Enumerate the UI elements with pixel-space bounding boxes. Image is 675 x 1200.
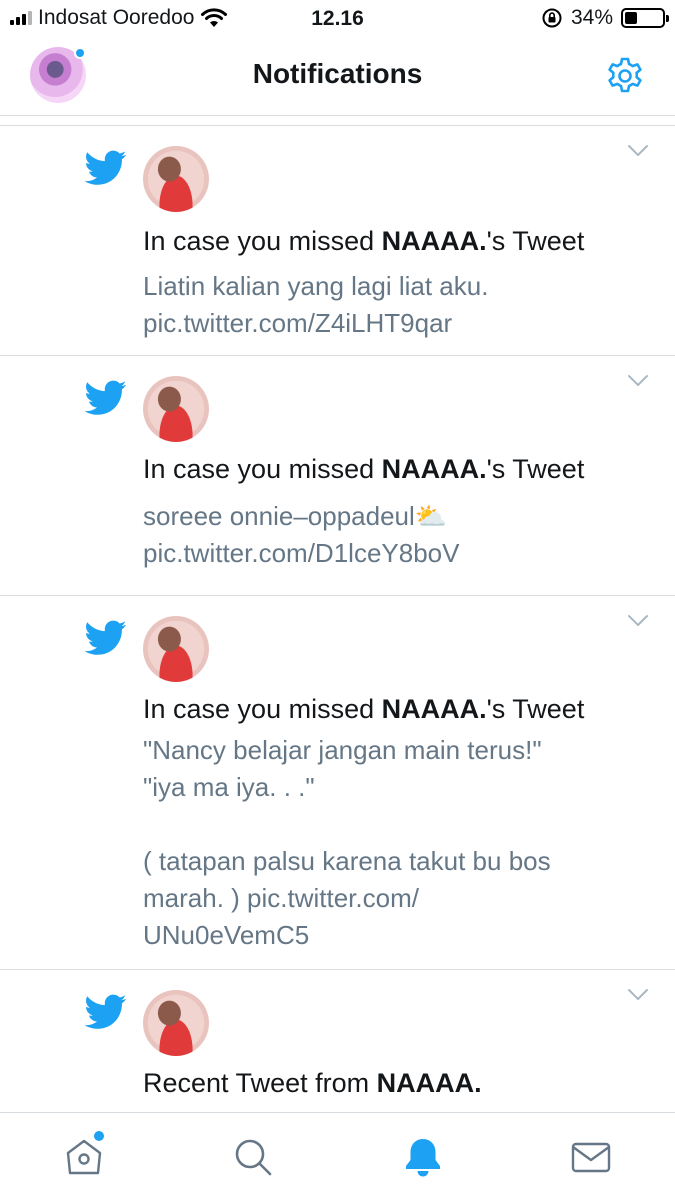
tweet-text: soreee onnie–oppadeul⛅ pic.twitter.com/D…: [143, 501, 460, 568]
battery-percentage: 34%: [570, 6, 613, 29]
home-unread-dot: [94, 1131, 104, 1141]
user-avatar[interactable]: [143, 616, 209, 682]
notification-headline: Recent Tweet from NAAAA.: [143, 1068, 482, 1099]
tweet-text: Liatin kalian yang lagi liat aku. pic.tw…: [143, 271, 489, 338]
headline-prefix: In case you missed: [143, 694, 382, 724]
notification-item[interactable]: In case you missed NAAAA.'s Tweet soreee…: [0, 356, 675, 596]
app-header: Notifications: [0, 38, 675, 116]
page-title: Notifications: [252, 58, 423, 89]
headline-prefix: Recent Tweet from: [143, 1068, 377, 1098]
search-icon[interactable]: [231, 1135, 275, 1179]
chevron-down-icon[interactable]: [627, 144, 649, 158]
chevron-down-icon[interactable]: [627, 374, 649, 388]
twitter-bird-icon: [85, 150, 127, 185]
user-avatar[interactable]: [143, 146, 209, 212]
headline-user[interactable]: NAAAA.: [382, 226, 487, 256]
headline-suffix: 's Tweet: [486, 694, 585, 724]
twitter-bird-icon: [85, 994, 127, 1029]
mail-icon[interactable]: [569, 1135, 613, 1179]
headline-suffix: 's Tweet: [486, 226, 585, 256]
notification-headline: In case you missed NAAAA.'s Tweet: [143, 226, 584, 257]
gear-icon[interactable]: [605, 56, 645, 96]
divider: [0, 118, 675, 126]
headline-prefix: In case you missed: [143, 226, 382, 256]
headline-suffix: 's Tweet: [486, 454, 585, 484]
headline-user[interactable]: NAAAA.: [382, 454, 487, 484]
twitter-bird-icon: [85, 620, 127, 655]
notification-headline: In case you missed NAAAA.'s Tweet: [143, 694, 584, 725]
chevron-down-icon[interactable]: [627, 614, 649, 628]
status-bar: Indosat Ooredoo 12.16 34%: [0, 0, 675, 38]
twitter-bird-icon: [85, 380, 127, 415]
battery-icon: [621, 8, 669, 28]
home-icon[interactable]: [62, 1135, 106, 1179]
chevron-down-icon[interactable]: [627, 988, 649, 1002]
notification-item[interactable]: In case you missed NAAAA.'s Tweet Liatin…: [0, 126, 675, 356]
notification-item[interactable]: Recent Tweet from NAAAA.: [0, 970, 675, 1112]
status-bar-right: 34%: [541, 6, 669, 30]
tweet-text: "Nancy belajar jangan main terus!" "iya …: [143, 735, 551, 950]
notifications-feed[interactable]: In case you missed NAAAA.'s Tweet Liatin…: [0, 118, 675, 1112]
user-avatar[interactable]: [143, 376, 209, 442]
user-avatar[interactable]: [143, 990, 209, 1056]
orientation-lock-icon: [542, 8, 562, 28]
headline-user[interactable]: NAAAA.: [382, 694, 487, 724]
notification-item[interactable]: In case you missed NAAAA.'s Tweet "Nancy…: [0, 596, 675, 970]
notification-headline: In case you missed NAAAA.'s Tweet: [143, 454, 584, 485]
bell-icon[interactable]: [401, 1135, 445, 1179]
bottom-tab-bar: [0, 1112, 675, 1200]
headline-prefix: In case you missed: [143, 454, 382, 484]
headline-user[interactable]: NAAAA.: [377, 1068, 482, 1098]
